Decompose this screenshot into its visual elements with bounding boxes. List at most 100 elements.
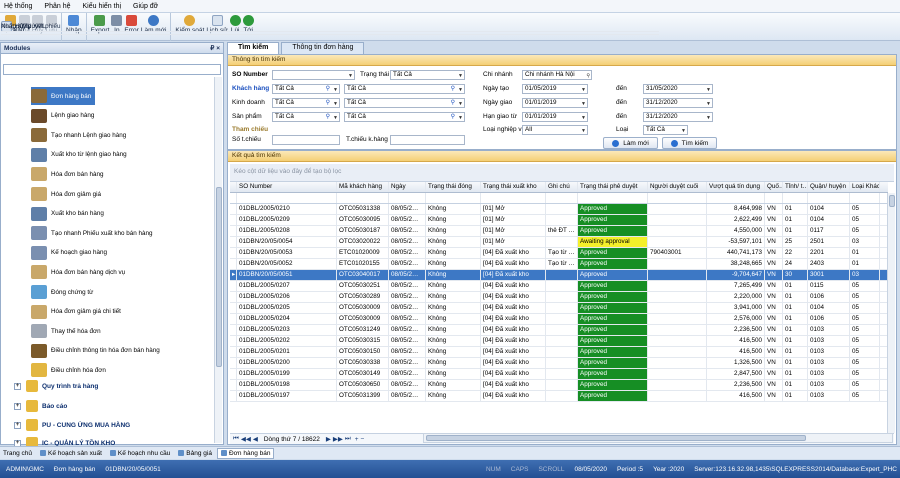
table-row[interactable]: 01DBL/2005/0199 OTC05030149 08/05/2… Không[…	[230, 369, 888, 380]
module-group[interactable]: + PU - CUNG ỨNG MUA HÀNG	[14, 419, 130, 431]
search-icon[interactable]: ⚲	[326, 85, 330, 93]
customer-name-input[interactable]: Tất Cả ⚲ ▼	[344, 84, 465, 94]
module-item[interactable]: Tạo nhanh Phiếu xuất kho bán hàng	[31, 224, 153, 242]
branch-select[interactable]: Chi nhánh Hà Nội ⚲	[522, 70, 592, 80]
table-row[interactable]: 01DBL/2005/0208 OTC05030187 08/05/2… Không[…	[230, 226, 888, 237]
pin-icon[interactable]: ₽	[210, 45, 214, 52]
table-row[interactable]: 01DBL/2005/0210 OTC05031338 08/05/2… Không[…	[230, 204, 888, 215]
table-row[interactable]: 01DBL/2005/0206 OTC05030289 08/05/2… Không[…	[230, 292, 888, 303]
table-row[interactable]: 01DBL/2005/0197 OTC05031399 08/05/2… Không[…	[230, 391, 888, 402]
due-date-from[interactable]: 01/01/2019 ▼	[522, 112, 588, 122]
column-header[interactable]: Mã khách hàng	[337, 182, 389, 192]
so-number-input[interactable]: ▼	[272, 70, 355, 80]
table-row[interactable]: 01DBN/20/05/0053 ETC01020009 08/05/2… Không…	[230, 248, 888, 259]
column-header[interactable]: Trạng thái xuất kho	[481, 182, 546, 192]
created-date-to[interactable]: 31/05/2020 ▼	[643, 84, 713, 94]
nav-prev-icon[interactable]: ◀	[253, 435, 258, 443]
modules-scroll-thumb[interactable]	[216, 187, 222, 367]
delivery-date-to[interactable]: 31/12/2020 ▼	[643, 98, 713, 108]
filter-cell[interactable]	[808, 193, 850, 203]
filter-cell[interactable]	[237, 193, 337, 203]
column-header[interactable]: Ghi chú	[546, 182, 578, 192]
nav-last-icon[interactable]: ⏭	[345, 435, 351, 443]
window-tab-production-plan[interactable]: Kế hoạch sản xuất	[37, 449, 105, 458]
column-header[interactable]: Vượt quá tín dụng	[707, 182, 765, 192]
module-item[interactable]: Đóng chứng từ	[31, 283, 93, 301]
filter-cell[interactable]	[648, 193, 707, 203]
nav-remove-icon[interactable]: −	[361, 436, 365, 443]
tab-order-info[interactable]: Thông tin đơn hàng	[281, 42, 365, 54]
column-header[interactable]: Quố…	[765, 182, 783, 192]
expand-icon[interactable]: +	[14, 402, 21, 410]
biz-type-select[interactable]: All ▼	[522, 125, 588, 135]
group-by-area[interactable]: Kéo cột dữ liệu vào đây để tạo bộ lọc	[230, 164, 894, 182]
filter-cell[interactable]	[850, 193, 880, 203]
table-row[interactable]: 01DBN/20/05/0054 OTC03020022 08/05/2… Không…	[230, 237, 888, 248]
table-row[interactable]: 01DBN/20/05/0052 ETC01020155 08/05/2… Không…	[230, 259, 888, 270]
filter-cell[interactable]	[389, 193, 426, 203]
status-select[interactable]: Tất Cả ▼	[390, 70, 465, 80]
menu-system[interactable]: Hệ thống	[4, 3, 32, 10]
search-icon[interactable]: ⚲	[326, 99, 330, 107]
table-row[interactable]: ▸ 01DBN/20/05/0051 OTC03040017 08/05/2… Khôn…	[230, 270, 888, 281]
nav-next-icon[interactable]: ▶	[326, 435, 331, 443]
column-header[interactable]: Người duyệt cuối	[648, 182, 707, 192]
grid-scrollbar[interactable]	[887, 193, 895, 433]
business-name-input[interactable]: Tất Cả ⚲ ▼	[344, 98, 465, 108]
grid-scroll-thumb[interactable]	[889, 195, 895, 207]
ref-no-input[interactable]	[272, 135, 340, 145]
ref-customer-input[interactable]	[390, 135, 465, 145]
table-row[interactable]: 01DBL/2005/0202 OTC05030315 08/05/2… Không[…	[230, 336, 888, 347]
refresh-search-button[interactable]: Làm mới	[603, 137, 658, 149]
nav-next-page-icon[interactable]: ▶▶	[333, 435, 343, 443]
export-xml-button[interactable]: Xuất ra file XML	[1, 21, 659, 32]
filter-cell[interactable]	[765, 193, 783, 203]
module-item[interactable]: Hóa đơn giảm giá chi tiết	[31, 303, 121, 321]
module-item[interactable]: Điều chỉnh thông tin hóa đơn bán hàng	[31, 342, 160, 360]
table-row[interactable]: 01DBL/2005/0209 OTC05030095 08/05/2… Không[…	[230, 215, 888, 226]
menu-modules[interactable]: Phân hệ	[44, 3, 70, 10]
table-row[interactable]: 01DBL/2005/0201 OTC05030150 08/05/2… Không[…	[230, 347, 888, 358]
search-icon[interactable]: ⚲	[451, 85, 455, 93]
expand-icon[interactable]: +	[14, 421, 21, 429]
table-row[interactable]: 01DBL/2005/0205 OTC05030009 08/05/2… Không[…	[230, 303, 888, 314]
grid-hscroll-thumb[interactable]	[426, 435, 806, 441]
table-row[interactable]: 01DBL/2005/0198 OTC05030650 08/05/2… Không[…	[230, 380, 888, 391]
column-header[interactable]: Loại Khách h…	[850, 182, 880, 192]
table-row[interactable]: 01DBL/2005/0200 OTC05030338 08/05/2… Không[…	[230, 358, 888, 369]
product-code-input[interactable]: Tất Cả ⚲ ▼	[272, 112, 340, 122]
table-row[interactable]: 01DBL/2005/0207 OTC05030251 08/05/2… Không[…	[230, 281, 888, 292]
window-tab-sales-order[interactable]: Đơn hàng bán	[216, 447, 275, 459]
window-tab-demand-plan[interactable]: Kế hoạch nhu cầu	[107, 449, 173, 458]
filter-cell[interactable]	[707, 193, 765, 203]
column-header[interactable]: SO Number	[237, 182, 337, 192]
table-row[interactable]: 01DBL/2005/0204 OTC05030009 08/05/2… Không[…	[230, 314, 888, 325]
column-header[interactable]: Trạng thái phê duyệt	[578, 182, 648, 192]
product-name-input[interactable]: Tất Cả ⚲ ▼	[344, 112, 465, 122]
module-item[interactable]: Đơn hàng bán	[31, 87, 96, 105]
module-item[interactable]: Lệnh giao hàng	[31, 107, 94, 125]
nav-add-icon[interactable]: +	[355, 436, 359, 443]
search-button[interactable]: Tìm kiếm	[662, 137, 717, 149]
window-tab-price-list[interactable]: Bảng giá	[175, 449, 215, 458]
tab-search[interactable]: Tìm kiếm	[227, 42, 280, 54]
nav-first-icon[interactable]: ⏮	[233, 435, 239, 443]
module-item[interactable]: Xuất kho bán hàng	[31, 205, 104, 223]
search-icon[interactable]: ⚲	[451, 99, 455, 107]
column-header[interactable]: Tỉnh/ t…	[783, 182, 808, 192]
search-icon[interactable]: ⚲	[326, 113, 330, 121]
filter-cell[interactable]	[578, 193, 648, 203]
menu-help[interactable]: Giúp đỡ	[133, 3, 158, 10]
module-item[interactable]: Kế hoạch giao hàng	[31, 244, 107, 262]
module-item[interactable]: Hóa đơn giảm giá	[31, 185, 101, 203]
type-select[interactable]: Tất Cả ▼	[643, 125, 688, 135]
expand-icon[interactable]: +	[14, 382, 21, 390]
chevron-down-icon[interactable]: ▼	[348, 72, 353, 79]
delivery-date-from[interactable]: 01/01/2019 ▼	[522, 98, 588, 108]
menu-view[interactable]: Kiểu hiển thị	[83, 3, 122, 10]
module-group[interactable]: + Quy trình trả hàng	[14, 380, 98, 392]
modules-scrollbar[interactable]	[214, 77, 222, 443]
filter-cell[interactable]	[546, 193, 578, 203]
module-item[interactable]: Hóa đơn bán hàng	[31, 165, 103, 183]
filter-cell[interactable]	[783, 193, 808, 203]
